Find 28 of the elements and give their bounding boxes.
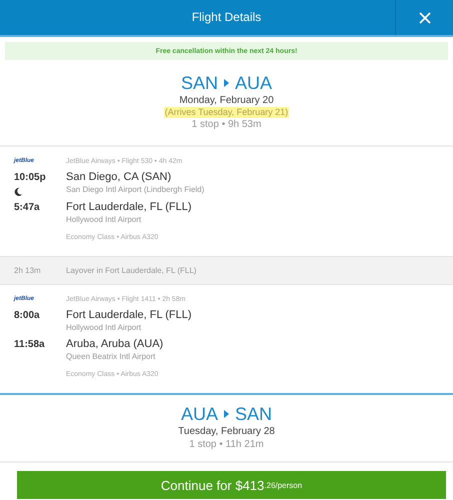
departure-city: Fort Lauderdale, FL (FLL) [66,309,193,322]
trip-date: Monday, February 20 [179,94,274,107]
layover-duration: 2h 13m [14,265,42,277]
departure-airport: San Diego Intl Airport (Lindbergh Field) [66,184,206,195]
route-arrow-icon [224,79,229,87]
route-origin: AUA [180,403,218,425]
close-icon [418,12,430,24]
route-arrow-icon [224,410,229,418]
arrival-time: 5:47a [14,201,41,215]
layover-location: Layover in Fort Lauderdale, FL (FLL) [66,265,198,277]
moon-icon [14,187,23,196]
window-title: Flight Details [192,11,262,24]
departure-time: 10:05p [14,171,47,184]
trip-summary: 1 stop • 11h 21m [189,438,264,451]
arrival-city: Aruba, Aruba (AUA) [66,338,164,351]
route-destination: SAN [235,403,272,425]
arrival-airport: Queen Beatrix Intl Airport [66,351,156,362]
route-origin: SAN [180,72,218,94]
route-destination: AUA [235,72,272,94]
arrival-time: 11:58a [14,338,46,352]
arrival-note: (Arrives Tuesday, February 21) [164,107,290,118]
arrival-city: Fort Lauderdale, FL (FLL) [66,201,193,214]
departure-city: San Diego, CA (SAN) [66,171,172,184]
arrival-airport: Hollywood Intl Airport [66,214,142,225]
departure-time: 8:00a [14,309,41,322]
trip-summary: 1 stop • 9h 53m [192,118,262,131]
trip-date: Tuesday, February 28 [178,425,275,438]
departure-airport: Hollywood Intl Airport [66,322,142,333]
